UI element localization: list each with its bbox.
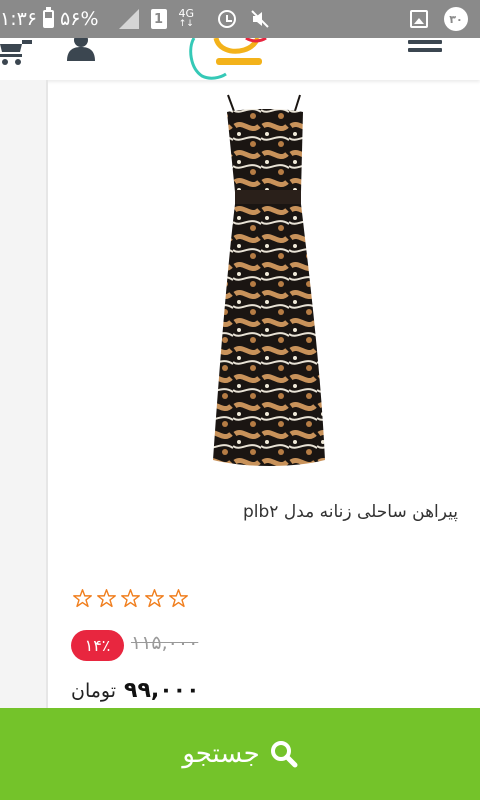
product-image[interactable] [205, 92, 330, 472]
alarm-icon [218, 10, 237, 28]
product-title: پیراهن ساحلی زنانه مدل plb۲ [243, 502, 458, 522]
price-currency: تومان [71, 680, 117, 702]
star-icon [121, 589, 140, 608]
mute-icon [251, 10, 269, 28]
menu-icon[interactable] [408, 40, 442, 58]
search-icon [270, 741, 298, 768]
old-price: ۱۱۵,۰۰۰ [131, 632, 199, 654]
gallery-icon [410, 10, 428, 28]
notification-badge: ۳۰ [444, 7, 468, 31]
battery-icon [43, 7, 55, 28]
rating-stars [72, 588, 189, 609]
star-icon [73, 589, 92, 608]
status-bar: ۱:۳۶ ۵۶% 1 4G ↑↓ ۳۰ [0, 0, 480, 38]
star-icon [97, 589, 116, 608]
signal-icon [118, 9, 139, 29]
side-panel-edge [0, 80, 48, 708]
search-button[interactable]: جستجو [0, 708, 480, 800]
cart-icon[interactable] [0, 38, 34, 66]
discount-badge: ۱۴٪ [71, 630, 124, 661]
user-icon[interactable] [66, 38, 96, 62]
search-label: جستجو [182, 739, 260, 769]
sim-icon: 1 [150, 9, 167, 29]
star-icon [145, 589, 164, 608]
star-icon [169, 589, 188, 608]
network-icon: 4G ↑↓ [178, 7, 195, 29]
price-value: ۹۹,۰۰۰ [124, 678, 200, 703]
status-time: ۱:۳۶ [0, 8, 38, 30]
battery-percent: ۵۶% [60, 8, 99, 30]
price-row: تومان ۹۹,۰۰۰ [71, 678, 200, 703]
store-logo-icon[interactable] [186, 38, 272, 80]
app-header [0, 38, 480, 80]
